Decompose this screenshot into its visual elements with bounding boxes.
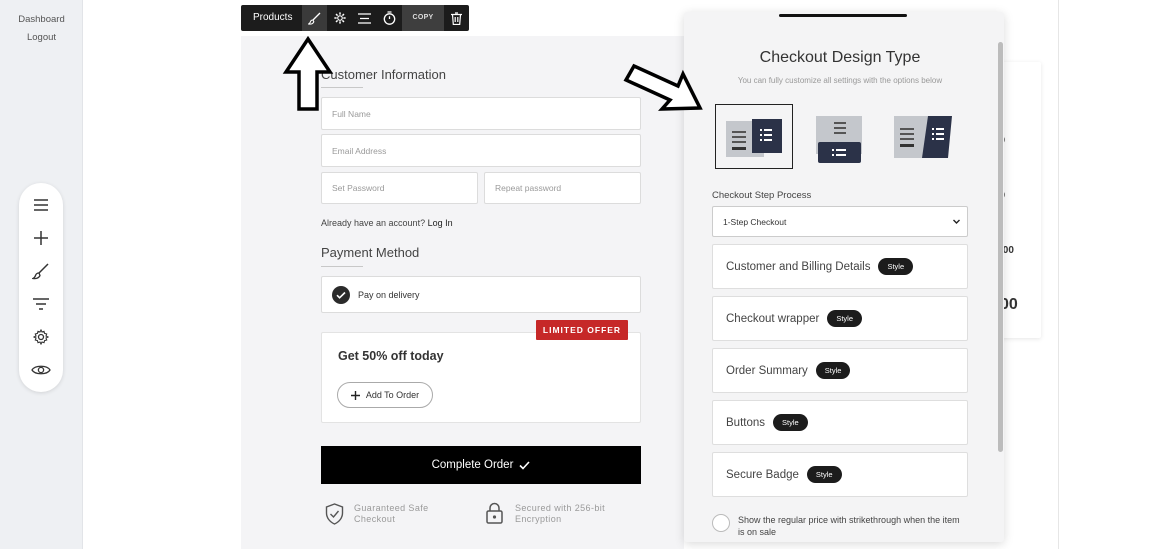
step-process-select[interactable]: 1-Step Checkout [712,206,968,237]
trust-badge-text: Guaranteed Safe Checkout [354,503,429,525]
annotation-right-arrow-icon [623,63,703,111]
account-prompt: Already have an account? Log In [321,218,453,228]
brush-icon[interactable] [31,261,51,281]
logout-link[interactable]: Logout [0,32,83,43]
step-process-label: Checkout Step Process [712,190,812,201]
check-icon [519,460,530,470]
check-circle-icon [332,286,350,304]
eye-icon[interactable] [31,360,51,380]
panel-subtitle: You can fully customize all settings wit… [737,76,943,85]
copy-button[interactable]: COPY [402,5,444,31]
panel-drag-handle[interactable] [779,14,907,17]
row-label: Checkout wrapper [726,312,820,325]
design-option-two-column[interactable] [715,104,793,169]
limited-offer-badge: LIMITED OFFER [536,320,628,340]
payment-option[interactable]: Pay on delivery [321,276,641,313]
style-button[interactable]: Style [878,258,914,275]
title-underline [321,266,363,267]
chevron-down-icon [953,219,960,224]
panel-title: Checkout Design Type [759,49,921,66]
settings-panel: Checkout Design Type You can fully custo… [684,12,1004,542]
vertical-toolbar [19,183,63,392]
style-button[interactable]: Style [773,414,808,431]
add-to-order-label: Add To Order [365,390,420,400]
account-text: Already have an account? [321,218,426,228]
filter-icon[interactable] [31,294,51,314]
order-summary-card: 0 0 .00 00 [1000,62,1041,338]
trust-line: Checkout [354,514,396,524]
row-buttons[interactable]: Buttons Style [712,400,968,445]
trust-line: Secured with 256-bit [515,503,606,513]
full-name-input[interactable]: Full Name [321,97,641,130]
plus-icon[interactable] [31,228,51,248]
payment-option-label: Pay on delivery [358,290,420,300]
row-customer-billing[interactable]: Customer and Billing Details Style [712,244,968,289]
gear-icon[interactable] [31,327,51,347]
lock-icon [486,502,503,524]
design-option-split[interactable] [890,104,968,169]
row-secure-badge[interactable]: Secure Badge Style [712,452,968,497]
add-to-order-button[interactable]: Add To Order [337,382,433,408]
row-checkout-wrapper[interactable]: Checkout wrapper Style [712,296,968,341]
dashboard-link[interactable]: Dashboard [0,14,83,25]
complete-order-label: Complete Order [431,459,514,471]
row-label: Secure Badge [726,468,799,481]
login-link[interactable]: Log In [428,218,453,228]
trust-line: Encryption [515,514,562,524]
shield-check-icon [325,503,344,525]
menu-icon[interactable] [31,195,51,215]
timer-icon[interactable] [377,5,402,31]
row-label: Order Summary [726,364,808,377]
trust-badge-text: Secured with 256-bit Encryption [515,503,605,525]
annotation-up-arrow-icon [282,36,334,111]
customer-info-title: Customer Information [321,67,446,82]
strikethrough-radio[interactable] [712,514,730,532]
complete-order-button[interactable]: Complete Order [321,446,641,484]
trust-line: Guaranteed Safe [354,503,429,513]
align-icon[interactable] [352,5,377,31]
style-button[interactable]: Style [806,466,842,483]
plus-icon [350,390,360,400]
strikethrough-option[interactable]: Show the regular price with strikethroug… [712,514,968,538]
strikethrough-label: Show the regular price with strikethroug… [738,515,960,537]
step-process-value: 1-Step Checkout [723,216,787,227]
payment-method-title: Payment Method [321,245,420,260]
element-toolbar: Products COPY [241,5,469,31]
panel-scrollbar[interactable] [998,42,1003,452]
email-input[interactable]: Email Address [321,134,641,167]
canvas-border [1058,0,1059,549]
style-button[interactable]: Style [827,310,863,327]
repeat-password-input[interactable]: Repeat password [484,172,641,204]
row-order-summary[interactable]: Order Summary Style [712,348,968,393]
order-bump-box: Get 50% off today [321,332,641,423]
row-label: Customer and Billing Details [726,260,871,273]
gear-icon[interactable] [327,5,352,31]
password-input[interactable]: Set Password [321,172,478,204]
design-option-stacked[interactable] [812,104,890,169]
style-button[interactable]: Style [815,362,851,379]
trash-icon[interactable] [444,5,469,31]
toolbar-label[interactable]: Products [241,5,302,31]
offer-title: Get 50% off today [338,349,444,363]
brush-icon[interactable] [302,5,328,31]
row-label: Buttons [726,416,765,429]
